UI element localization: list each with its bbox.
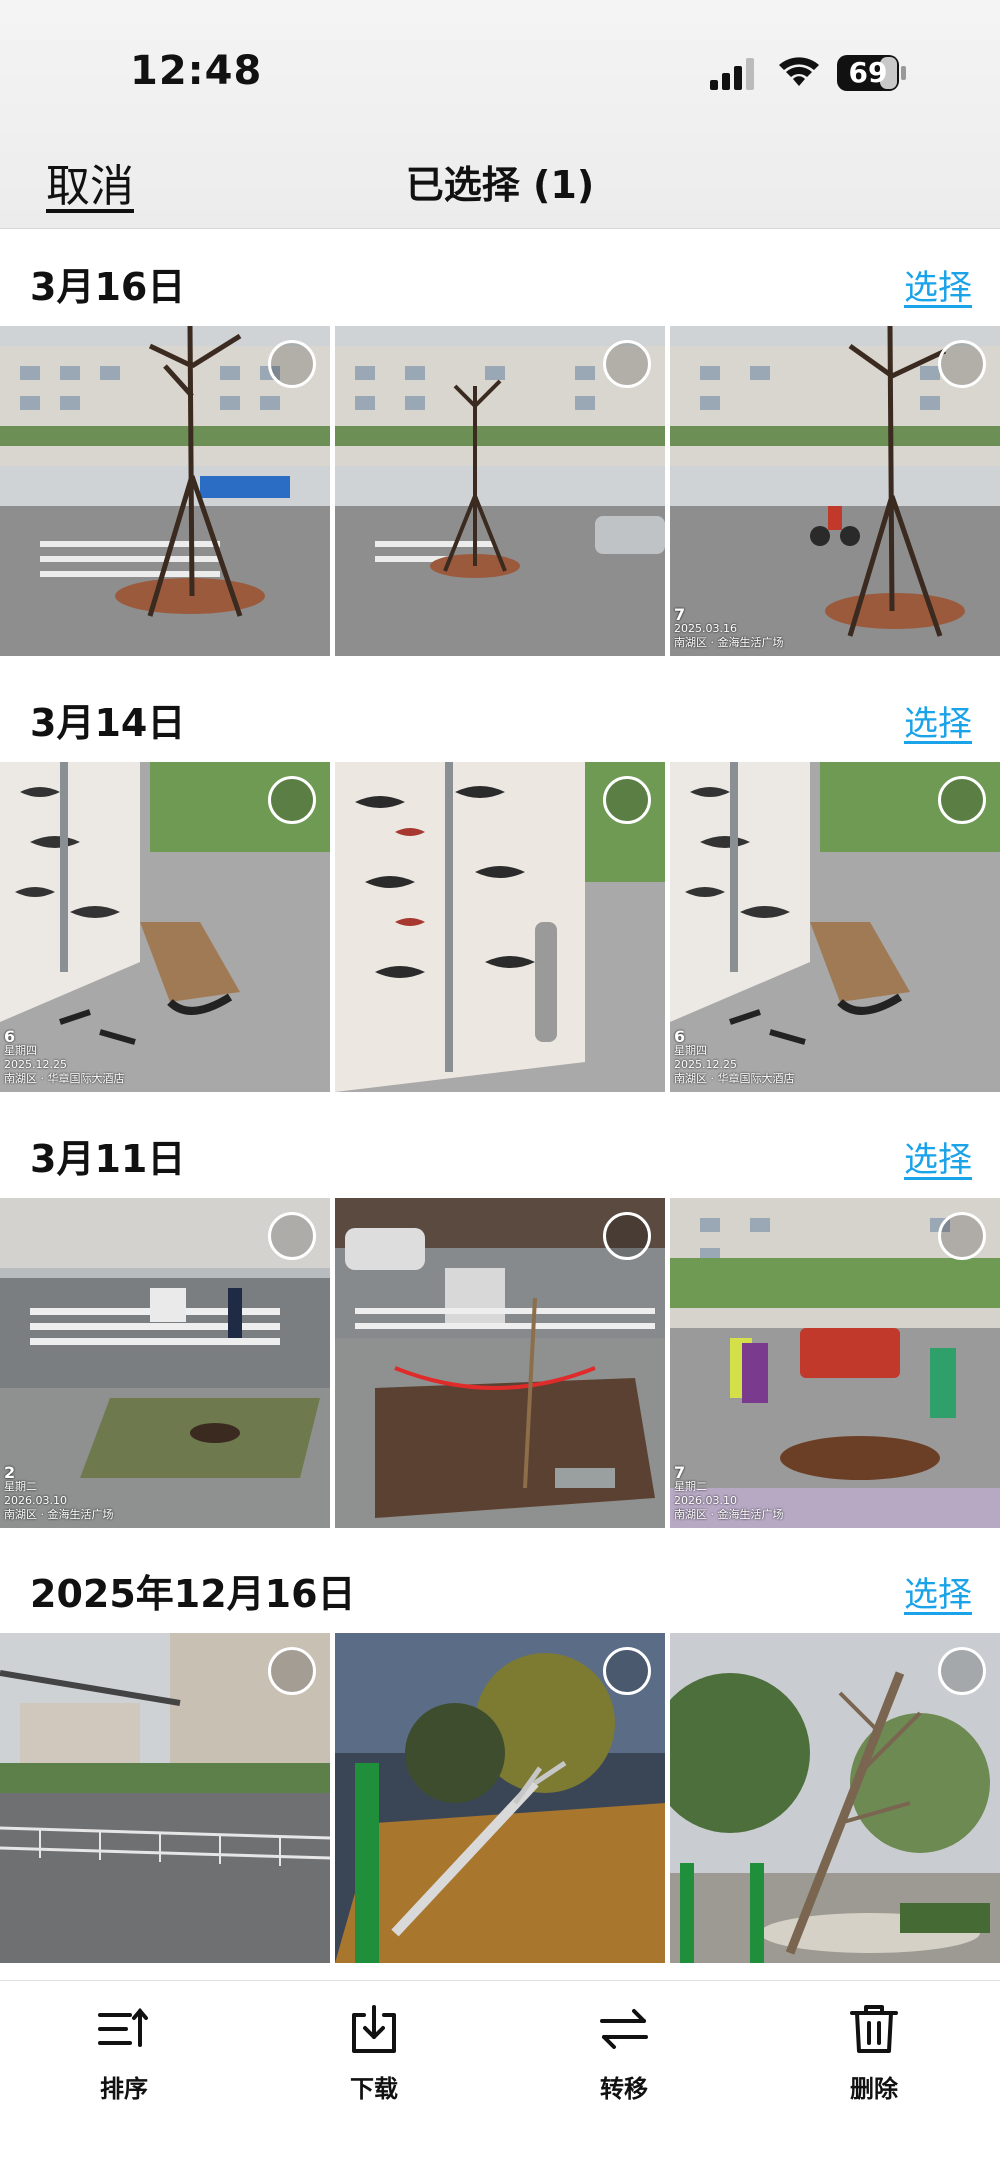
sort-button[interactable]: 排序: [64, 2001, 184, 2104]
status-time: 12:48: [130, 48, 263, 94]
selection-circle[interactable]: [268, 1647, 316, 1695]
photo-thumbnail[interactable]: [670, 1633, 1000, 1963]
date-section: 2025年12月16日 选择: [0, 1535, 1000, 1963]
section-date: 2025年12月16日: [30, 1572, 356, 1616]
photo-thumbnail[interactable]: 6 星期四 2025.12.25 南湖区 · 华章国际大酒店: [0, 762, 330, 1092]
bottom-toolbar: 排序 下载 转移 删除: [0, 1980, 1000, 2174]
section-date: 3月11日: [30, 1137, 186, 1181]
download-button[interactable]: 下载: [314, 2001, 434, 2104]
date-section: 3月16日 选择 7 2025.03.16 南湖区 · 金海生活广场: [0, 228, 1000, 656]
page-title: 已选择 (1): [405, 163, 595, 207]
selection-circle[interactable]: [938, 1647, 986, 1695]
selection-circle[interactable]: [603, 1647, 651, 1695]
transfer-button[interactable]: 转移: [564, 2001, 684, 2104]
photo-thumbnail[interactable]: [335, 326, 665, 656]
date-section: 3月11日 选择 2 星期二 2026.03.10 南湖区 · 金海生活广场 7…: [0, 1100, 1000, 1528]
transfer-label: 转移: [600, 2075, 648, 2103]
photo-watermark: 6 星期四 2025.12.25 南湖区 · 华章国际大酒店: [4, 1027, 125, 1086]
wifi-icon: [779, 57, 819, 86]
photo-thumbnail[interactable]: [335, 1198, 665, 1528]
delete-label: 删除: [850, 2075, 898, 2103]
photo-thumbnail[interactable]: [335, 1633, 665, 1963]
selection-circle[interactable]: [938, 776, 986, 824]
select-button[interactable]: 选择: [904, 1132, 972, 1181]
selection-circle[interactable]: [938, 1212, 986, 1260]
sort-icon: [98, 2007, 148, 2047]
selection-circle[interactable]: [603, 340, 651, 388]
selection-circle[interactable]: [603, 1212, 651, 1260]
selection-circle[interactable]: [268, 340, 316, 388]
photo-thumbnail[interactable]: 7 星期二 2026.03.10 南湖区 · 金海生活广场: [670, 1198, 1000, 1528]
top-bar: 12:48 69 取消 已选择 (1): [0, 0, 1000, 229]
select-button[interactable]: 选择: [904, 260, 972, 309]
photo-thumbnail[interactable]: [0, 326, 330, 656]
section-date: 3月14日: [30, 701, 186, 745]
photo-thumbnail[interactable]: 2 星期二 2026.03.10 南湖区 · 金海生活广场: [0, 1198, 330, 1528]
battery-level: 69: [848, 56, 888, 89]
select-button[interactable]: 选择: [904, 1567, 972, 1616]
photo-watermark: 7 星期二 2026.03.10 南湖区 · 金海生活广场: [674, 1463, 784, 1522]
transfer-icon: [600, 2009, 648, 2049]
cellular-signal-icon: [710, 58, 754, 90]
selection-circle[interactable]: [938, 340, 986, 388]
trash-icon: [850, 2005, 898, 2053]
photo-thumbnail[interactable]: [335, 762, 665, 1092]
delete-button[interactable]: 删除: [814, 2001, 934, 2104]
battery-icon: 69: [836, 54, 908, 92]
photo-thumbnail[interactable]: 7 2025.03.16 南湖区 · 金海生活广场: [670, 326, 1000, 656]
sort-label: 排序: [100, 2075, 148, 2103]
selection-circle[interactable]: [603, 776, 651, 824]
photo-watermark: 2 星期二 2026.03.10 南湖区 · 金海生活广场: [4, 1463, 114, 1522]
photo-thumbnail[interactable]: 6 星期四 2025.12.25 南湖区 · 华章国际大酒店: [670, 762, 1000, 1092]
photo-watermark: 6 星期四 2025.12.25 南湖区 · 华章国际大酒店: [674, 1027, 795, 1086]
section-date: 3月16日: [30, 265, 186, 309]
selection-circle[interactable]: [268, 1212, 316, 1260]
photo-watermark: 7 2025.03.16 南湖区 · 金海生活广场: [674, 605, 784, 650]
download-label: 下载: [350, 2075, 398, 2103]
photo-thumbnail[interactable]: [0, 1633, 330, 1963]
date-section: 3月14日 选择 6 星期四 2025.12.25 南湖区 · 华章国际大酒店: [0, 664, 1000, 1092]
select-button[interactable]: 选择: [904, 696, 972, 745]
selection-circle[interactable]: [268, 776, 316, 824]
download-icon: [352, 2005, 396, 2053]
